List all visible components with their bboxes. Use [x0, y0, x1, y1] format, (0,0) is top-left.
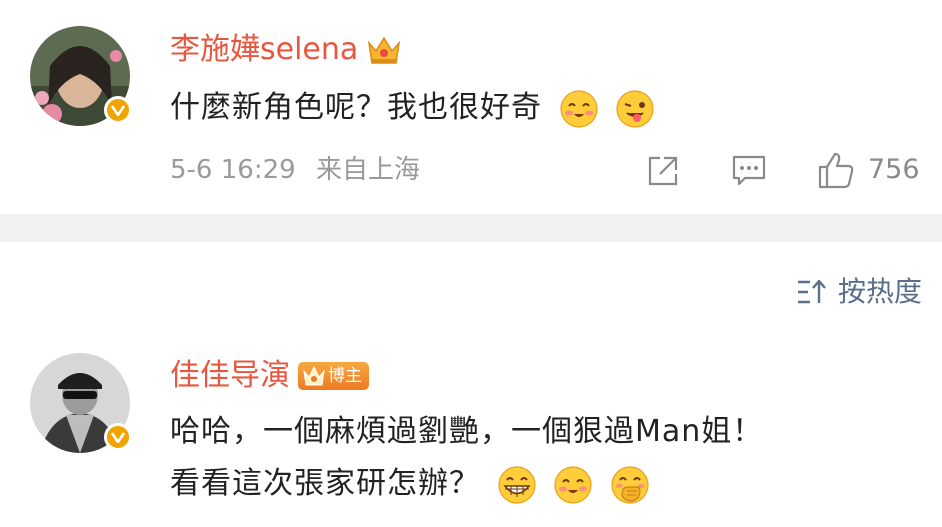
giggle-hand-icon: [611, 465, 649, 504]
blush-smile-icon: [559, 89, 598, 128]
verified-icon: [104, 96, 132, 124]
blush-smile-icon: [554, 465, 592, 504]
grin-icon: [497, 465, 536, 504]
username-text: 李施嬅selena: [170, 32, 359, 67]
comment-meta: 5-6 16:29 来自上海: [170, 153, 420, 187]
share-icon[interactable]: [646, 154, 680, 188]
sort-label: 按热度: [837, 275, 922, 308]
comment-text-line-2: 看看這次張家研怎辦？: [170, 462, 650, 506]
comment-location: 来自上海: [315, 155, 420, 185]
section-divider: [0, 214, 942, 242]
crown-icon: [368, 36, 401, 64]
comment-icon[interactable]: [731, 154, 767, 188]
comment-text: 什麼新角色呢？我也很好奇: [170, 86, 655, 130]
comment-text-content: 什麼新角色呢？我也很好奇: [170, 90, 542, 125]
comment-time: 5-6 16:29: [170, 155, 296, 185]
like-icon[interactable]: [816, 150, 856, 190]
verified-icon: [104, 423, 132, 451]
sort-icon: [797, 279, 826, 304]
wink-tongue-icon: [616, 89, 654, 128]
avatar[interactable]: [30, 353, 132, 453]
username[interactable]: 佳佳导演 博主: [170, 358, 369, 394]
comment-text-content: 看看這次張家研怎辦？: [170, 466, 480, 501]
avatar[interactable]: [30, 26, 132, 126]
username[interactable]: 李施嬅selena: [170, 32, 402, 68]
sort-by-hot-button[interactable]: 按热度: [796, 274, 922, 310]
crown-icon: [303, 365, 325, 386]
badge-label: 博主: [328, 366, 362, 386]
blogger-badge: 博主: [298, 362, 369, 390]
like-count: 756: [868, 154, 920, 185]
comment-text-line-1: 哈哈，一個麻煩過劉艷，一個狠過Man姐！: [170, 414, 764, 449]
comment-card-1: 李施嬅selena 什麼新角色呢？我也很好奇 5-6 16:29 来自上海 75…: [0, 0, 942, 214]
username-text: 佳佳导演: [170, 358, 290, 393]
